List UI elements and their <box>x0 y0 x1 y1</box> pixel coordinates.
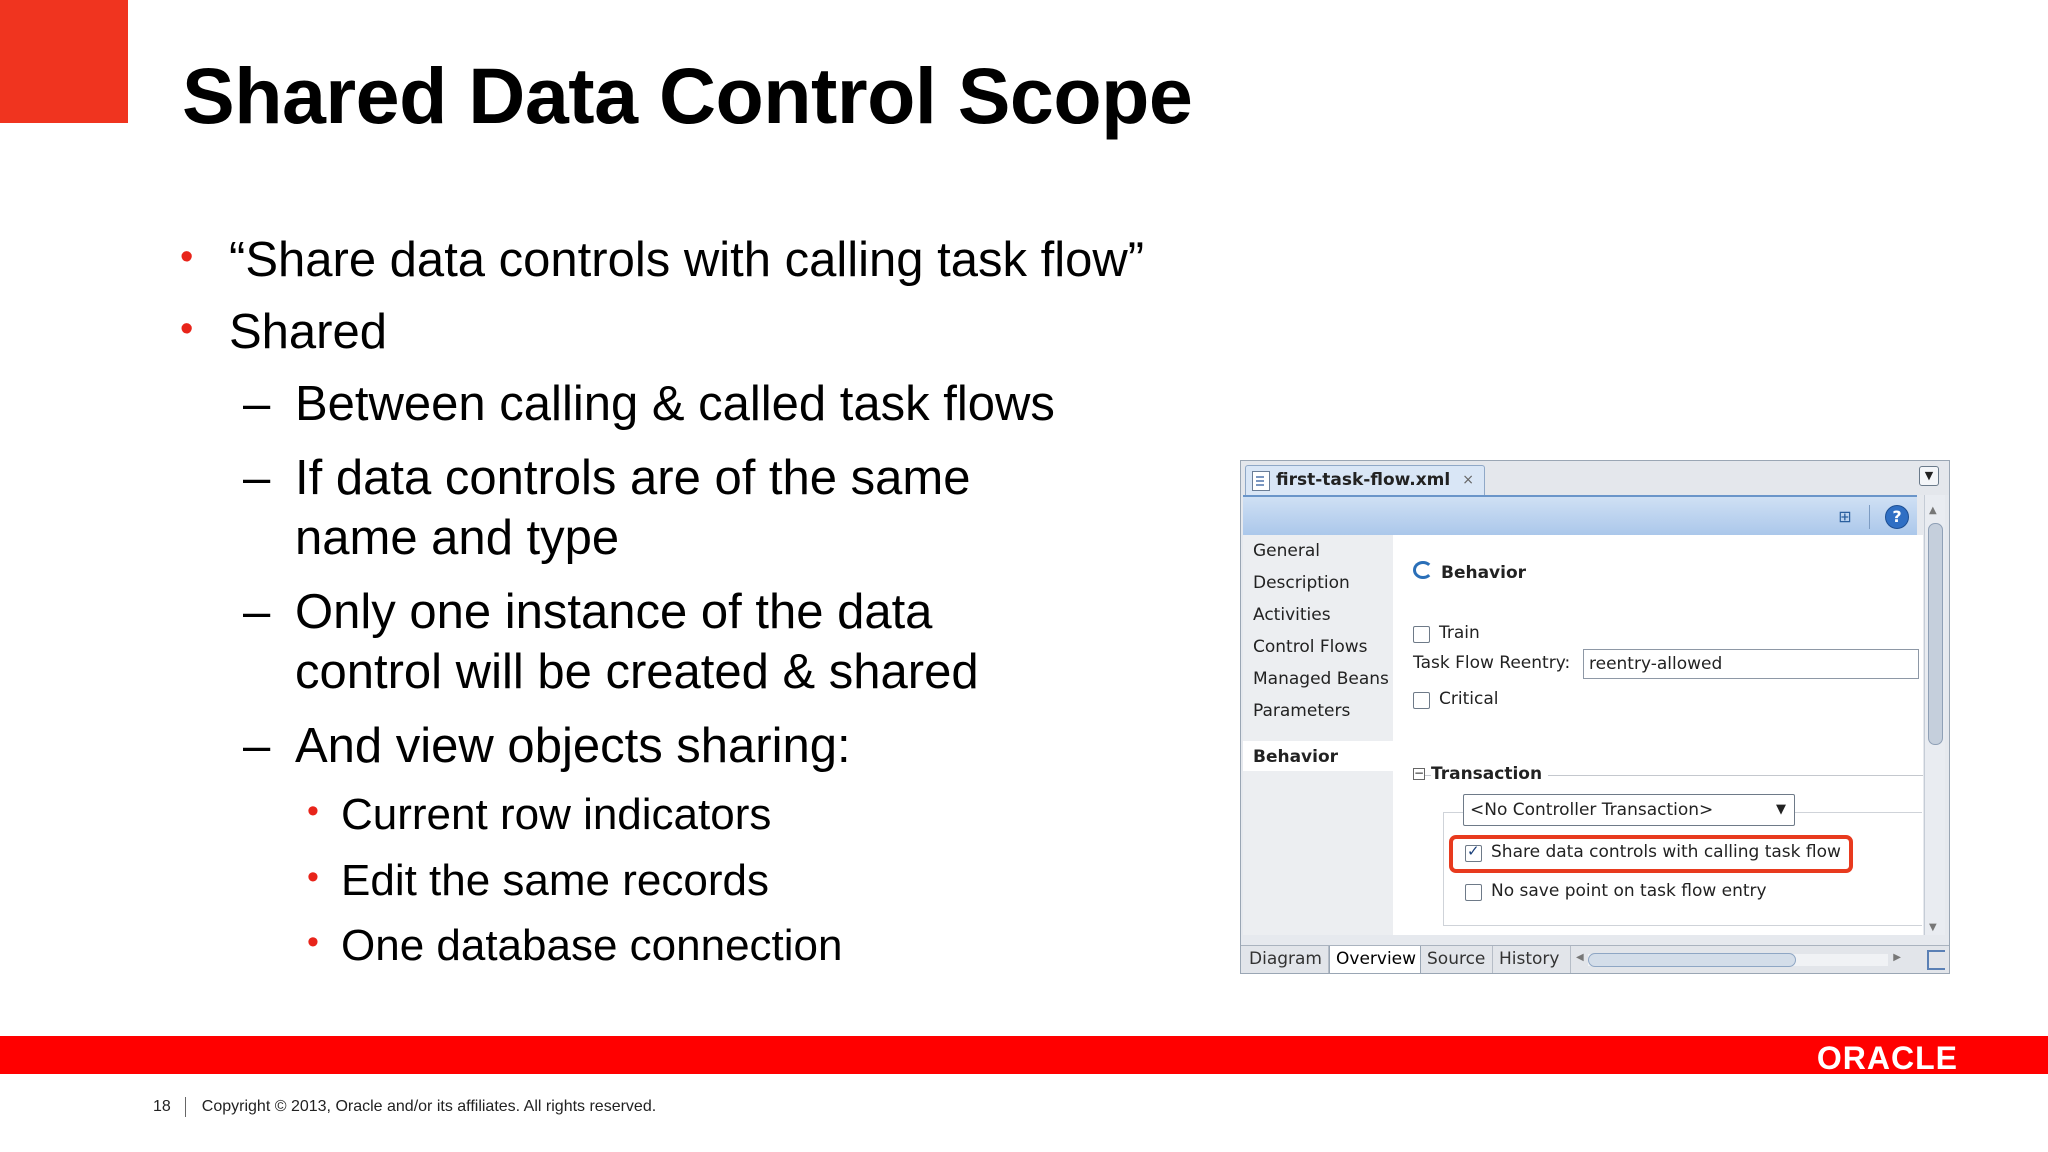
sub-sub-bullet-3: • One database connection <box>307 921 843 971</box>
bullet-1: • “Share data controls with calling task… <box>180 232 1144 288</box>
scrollbar-thumb[interactable] <box>1928 523 1943 745</box>
bullet-dot: • <box>307 792 319 830</box>
chevron-down-icon: ▼ <box>1776 802 1786 817</box>
close-icon[interactable]: × <box>1462 466 1474 494</box>
footer-divider <box>184 1097 186 1117</box>
critical-label: Critical <box>1439 689 1499 709</box>
sub-sub-bullet-text: Current row indicators <box>341 790 772 839</box>
layout-icon[interactable]: ⊞ <box>1835 507 1855 527</box>
scroll-right-icon[interactable]: ▶ <box>1893 952 1901 963</box>
editor-bottom-tabs: Diagram Overview Source History ◀ ▶ <box>1241 945 1949 973</box>
nav-item-control-flows[interactable]: Control Flows <box>1253 637 1368 657</box>
sub-bullet-text: Between calling & called task flows <box>295 377 1055 431</box>
corner-box <box>1927 950 1945 970</box>
nav-item-managed-beans[interactable]: Managed Beans <box>1253 669 1389 689</box>
bullet-dot: • <box>307 923 319 961</box>
tab-history[interactable]: History <box>1493 946 1571 973</box>
reentry-label: Task Flow Reentry: <box>1413 653 1571 673</box>
sub-sub-bullet-text: Edit the same records <box>341 856 769 905</box>
section-title: Behavior <box>1413 561 1527 583</box>
oracle-logo: ORACLE <box>1816 1040 1958 1076</box>
toolbar-divider <box>1869 505 1870 529</box>
sub-bullet-2: – If data controls are of the same name … <box>243 448 1035 568</box>
no-save-point-label: No save point on task flow entry <box>1491 881 1767 901</box>
behavior-icon <box>1413 561 1433 579</box>
scroll-up-icon[interactable]: ▲ <box>1929 505 1937 516</box>
page-number: 18 <box>153 1098 171 1116</box>
train-label: Train <box>1439 623 1480 643</box>
overview-nav: General Description Activities Control F… <box>1243 535 1394 935</box>
sub-bullet-text: If data controls are of the same name an… <box>295 451 971 565</box>
collapse-icon[interactable]: − <box>1413 767 1425 780</box>
train-checkbox[interactable] <box>1413 626 1430 643</box>
nav-item-parameters[interactable]: Parameters <box>1253 701 1350 721</box>
tab-overview[interactable]: Overview <box>1329 946 1421 973</box>
critical-checkbox[interactable] <box>1413 692 1430 709</box>
dash-mark: – <box>243 377 271 431</box>
scroll-left-icon[interactable]: ◀ <box>1576 952 1584 963</box>
ide-screenshot: first-task-flow.xml × ▼ ⊞ ? ▲ ▼ General … <box>1240 460 1950 974</box>
sub-bullet-3: – Only one instance of the data control … <box>243 582 1055 702</box>
sub-sub-bullet-2: • Edit the same records <box>307 856 769 906</box>
footer: 18 Copyright © 2013, Oracle and/or its af… <box>153 1097 656 1117</box>
highlight-box <box>1449 835 1853 873</box>
dash-mark: – <box>243 585 271 639</box>
sub-sub-bullet-1: • Current row indicators <box>307 790 771 840</box>
bullet-dot: • <box>180 236 194 278</box>
overview-toolbar: ⊞ ? <box>1243 495 1917 537</box>
scroll-down-icon[interactable]: ▼ <box>1929 922 1937 933</box>
sub-sub-bullet-text: One database connection <box>341 921 843 970</box>
section-title-text: Behavior <box>1441 563 1527 583</box>
nav-item-activities[interactable]: Activities <box>1253 605 1331 625</box>
tab-diagram[interactable]: Diagram <box>1243 946 1329 973</box>
file-tab-label: first-task-flow.xml <box>1276 470 1451 490</box>
no-save-point-checkbox[interactable] <box>1465 884 1482 901</box>
dropdown-arrow-icon[interactable]: ▼ <box>1919 466 1939 486</box>
nav-item-general[interactable]: General <box>1253 541 1320 561</box>
help-icon[interactable]: ? <box>1885 505 1909 529</box>
transaction-select[interactable]: <No Controller Transaction> ▼ <box>1463 794 1795 826</box>
behavior-panel: Behavior Train Task Flow Reentry: reentr… <box>1393 535 1923 935</box>
horizontal-scrollbar[interactable]: ◀ ▶ <box>1576 952 1901 968</box>
scrollbar-thumb[interactable] <box>1588 953 1796 967</box>
file-xml-icon <box>1252 471 1270 491</box>
sub-bullet-1: – Between calling & called task flows <box>243 374 1075 434</box>
sub-bullet-text: And view objects sharing: <box>295 719 851 773</box>
tab-source[interactable]: Source <box>1421 946 1493 973</box>
slide-title: Shared Data Control Scope <box>182 51 1193 140</box>
dash-mark: – <box>243 451 271 505</box>
accent-corner <box>0 0 128 123</box>
transaction-select-value: <No Controller Transaction> <box>1470 800 1714 820</box>
copyright: Copyright © 2013, Oracle and/or its affi… <box>201 1098 657 1116</box>
reentry-input[interactable]: reentry-allowed <box>1583 649 1919 679</box>
bullet-dot: • <box>180 308 194 350</box>
bullet-dot: • <box>307 858 319 896</box>
nav-item-description[interactable]: Description <box>1253 573 1350 593</box>
dash-mark: – <box>243 719 271 773</box>
file-tab[interactable]: first-task-flow.xml × <box>1245 465 1485 495</box>
bullet-text: Shared <box>229 305 388 359</box>
transaction-title: Transaction <box>1431 764 1549 784</box>
sub-bullet-text: Only one instance of the data control wi… <box>295 585 979 699</box>
bullet-2: • Shared <box>180 304 387 360</box>
editor-tab-strip: first-task-flow.xml × ▼ <box>1241 461 1949 495</box>
bullet-text: “Share data controls with calling task f… <box>229 233 1145 287</box>
sub-bullet-4: – And view objects sharing: <box>243 716 1075 776</box>
nav-item-behavior[interactable]: Behavior <box>1253 747 1338 767</box>
vertical-scrollbar[interactable]: ▲ ▼ <box>1924 495 1945 935</box>
footer-bar <box>0 1036 2048 1074</box>
